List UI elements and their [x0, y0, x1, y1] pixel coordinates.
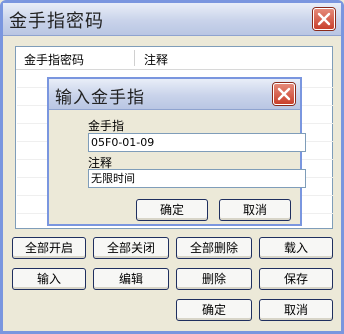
note-field[interactable]: 无限时间 [88, 169, 306, 188]
delete-all-button[interactable]: 全部删除 [176, 237, 252, 259]
input-button[interactable]: 输入 [12, 268, 86, 290]
dialog-close-button[interactable] [273, 83, 295, 105]
cancel-button[interactable]: 取消 [259, 299, 333, 321]
disable-all-button[interactable]: 全部关闭 [93, 237, 169, 259]
code-field[interactable]: 05F0-01-09 [88, 133, 306, 152]
dialog-cancel-button[interactable]: 取消 [219, 199, 291, 221]
dialog-titlebar[interactable]: 输入金手指 [49, 79, 300, 110]
list-header: 金手指密码 注释 [16, 47, 332, 70]
window-close-button[interactable] [313, 8, 335, 30]
save-button[interactable]: 保存 [259, 268, 333, 290]
dialog-title: 输入金手指 [55, 88, 145, 108]
delete-button[interactable]: 删除 [176, 268, 252, 290]
edit-button[interactable]: 编辑 [93, 268, 169, 290]
close-icon [277, 87, 291, 101]
column-header-code[interactable]: 金手指密码 [24, 51, 84, 68]
dialog-ok-button[interactable]: 确定 [136, 199, 208, 221]
window-titlebar[interactable]: 金手指密码 [3, 3, 341, 36]
ok-button[interactable]: 确定 [176, 299, 252, 321]
enable-all-button[interactable]: 全部开启 [12, 237, 86, 259]
window-title: 金手指密码 [9, 11, 104, 32]
load-button[interactable]: 载入 [259, 237, 333, 259]
code-label: 金手指 [88, 119, 125, 133]
cheat-codes-window: 金手指密码 金手指密码 注释 全部开启 全部关闭 全部删除 载入 输入 编辑 删… [0, 0, 344, 334]
column-header-note[interactable]: 注释 [144, 51, 168, 68]
column-divider[interactable] [134, 50, 135, 66]
input-cheat-dialog: 输入金手指 金手指 05F0-01-09 注释 无限时间 确定 取消 [47, 77, 306, 226]
close-icon [317, 12, 331, 26]
